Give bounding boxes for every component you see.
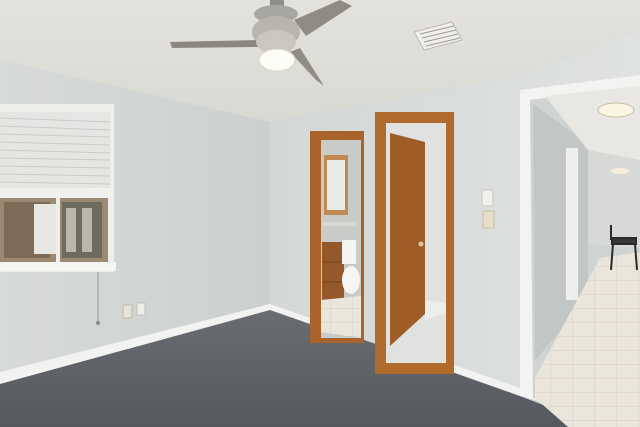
cable-jack [136, 302, 146, 316]
open-door [390, 133, 425, 346]
room-illustration [0, 0, 640, 427]
bathroom-doorway [310, 131, 364, 343]
room-photo [0, 0, 640, 427]
door-knob [418, 241, 424, 247]
closet-doorway [375, 112, 454, 374]
hall-ceiling-light [597, 102, 635, 118]
hallway-opening [520, 75, 640, 427]
wall-outlet [122, 304, 133, 319]
thermostat [481, 189, 494, 207]
light-switch [482, 210, 495, 229]
